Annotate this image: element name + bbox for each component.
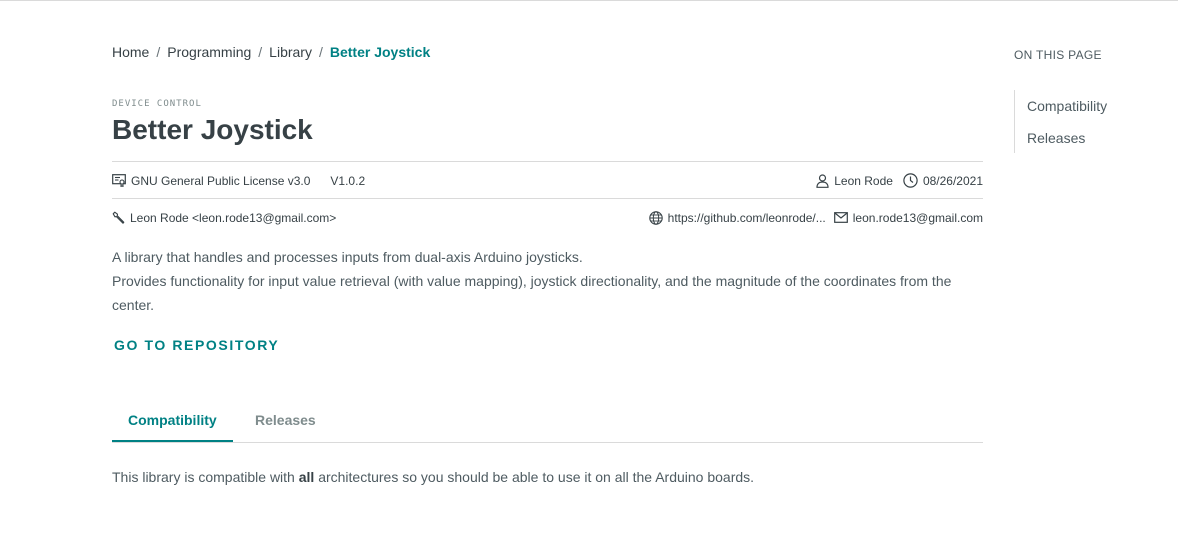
user-icon [816, 173, 829, 188]
author-text: Leon Rode [834, 173, 893, 188]
toc-item-compatibility[interactable]: Compatibility [1027, 90, 1107, 122]
mail-icon [833, 212, 848, 223]
description-line: Provides functionality for input value r… [112, 273, 952, 313]
tab-releases[interactable]: Releases [239, 401, 332, 442]
library-category: DEVICE CONTROL [112, 99, 202, 109]
compatibility-after: architectures so you should be able to u… [314, 469, 755, 485]
toc-item-releases[interactable]: Releases [1027, 122, 1107, 154]
description-line: A library that handles and processes inp… [112, 249, 583, 265]
toc-title: ON THIS PAGE [1014, 48, 1102, 62]
version-item: V1.0.2 [330, 174, 365, 188]
breadcrumb-library[interactable]: Library [269, 44, 312, 60]
breadcrumb: Home / Programming / Library / Better Joystick [112, 44, 430, 60]
date-text: 08/26/2021 [922, 173, 983, 188]
meta-right-group: Leon Rode 08/26/2021 [816, 173, 983, 188]
website-link[interactable]: https://github.com/leonrode/... [648, 210, 826, 225]
tab-bar: Compatibility Releases [112, 401, 983, 443]
meta-row-contact: Leon Rode <leon.rode13@gmail.com> https:… [112, 198, 983, 236]
author-item: Leon Rode [816, 174, 893, 188]
version-text: V1.0.2 [330, 173, 366, 188]
compatibility-text: This library is compatible with all arch… [112, 469, 754, 485]
breadcrumb-separator: / [156, 44, 161, 60]
wrench-icon [112, 211, 125, 224]
license-text: GNU General Public License v3.0 [131, 173, 311, 188]
maintainer-item: Leon Rode <leon.rode13@gmail.com> [112, 211, 336, 225]
email-text: leon.rode13@gmail.com [852, 210, 983, 225]
page-title: Better Joystick [112, 114, 313, 145]
breadcrumb-home[interactable]: Home [112, 44, 149, 60]
compatibility-before: This library is compatible with [112, 469, 299, 485]
links-group: https://github.com/leonrode/... leon.rod… [648, 210, 983, 225]
maintainer-group: Leon Rode <leon.rode13@gmail.com> [112, 211, 336, 225]
meta-left-group: GNU General Public License v3.0 V1.0.2 [112, 174, 365, 188]
tab-compatibility[interactable]: Compatibility [112, 401, 233, 442]
clock-icon [903, 173, 918, 188]
table-of-contents: Compatibility Releases [1014, 90, 1107, 153]
license-item: GNU General Public License v3.0 [112, 174, 310, 188]
compatibility-emphasis: all [298, 469, 315, 485]
breadcrumb-separator: / [318, 44, 323, 60]
license-icon [112, 174, 126, 187]
go-to-repository-button[interactable]: GO TO REPOSITORY [114, 337, 279, 353]
maintainer-text: Leon Rode <leon.rode13@gmail.com> [130, 210, 337, 225]
meta-row-info: GNU General Public License v3.0 V1.0.2 L… [112, 161, 983, 199]
breadcrumb-separator: / [258, 44, 263, 60]
email-link[interactable]: leon.rode13@gmail.com [833, 210, 983, 225]
globe-icon [648, 210, 663, 225]
library-description: A library that handles and processes inp… [112, 245, 983, 317]
website-text: https://github.com/leonrode/... [667, 210, 826, 225]
breadcrumb-current[interactable]: Better Joystick [330, 44, 430, 60]
breadcrumb-programming[interactable]: Programming [167, 44, 251, 60]
date-item: 08/26/2021 [903, 173, 983, 188]
